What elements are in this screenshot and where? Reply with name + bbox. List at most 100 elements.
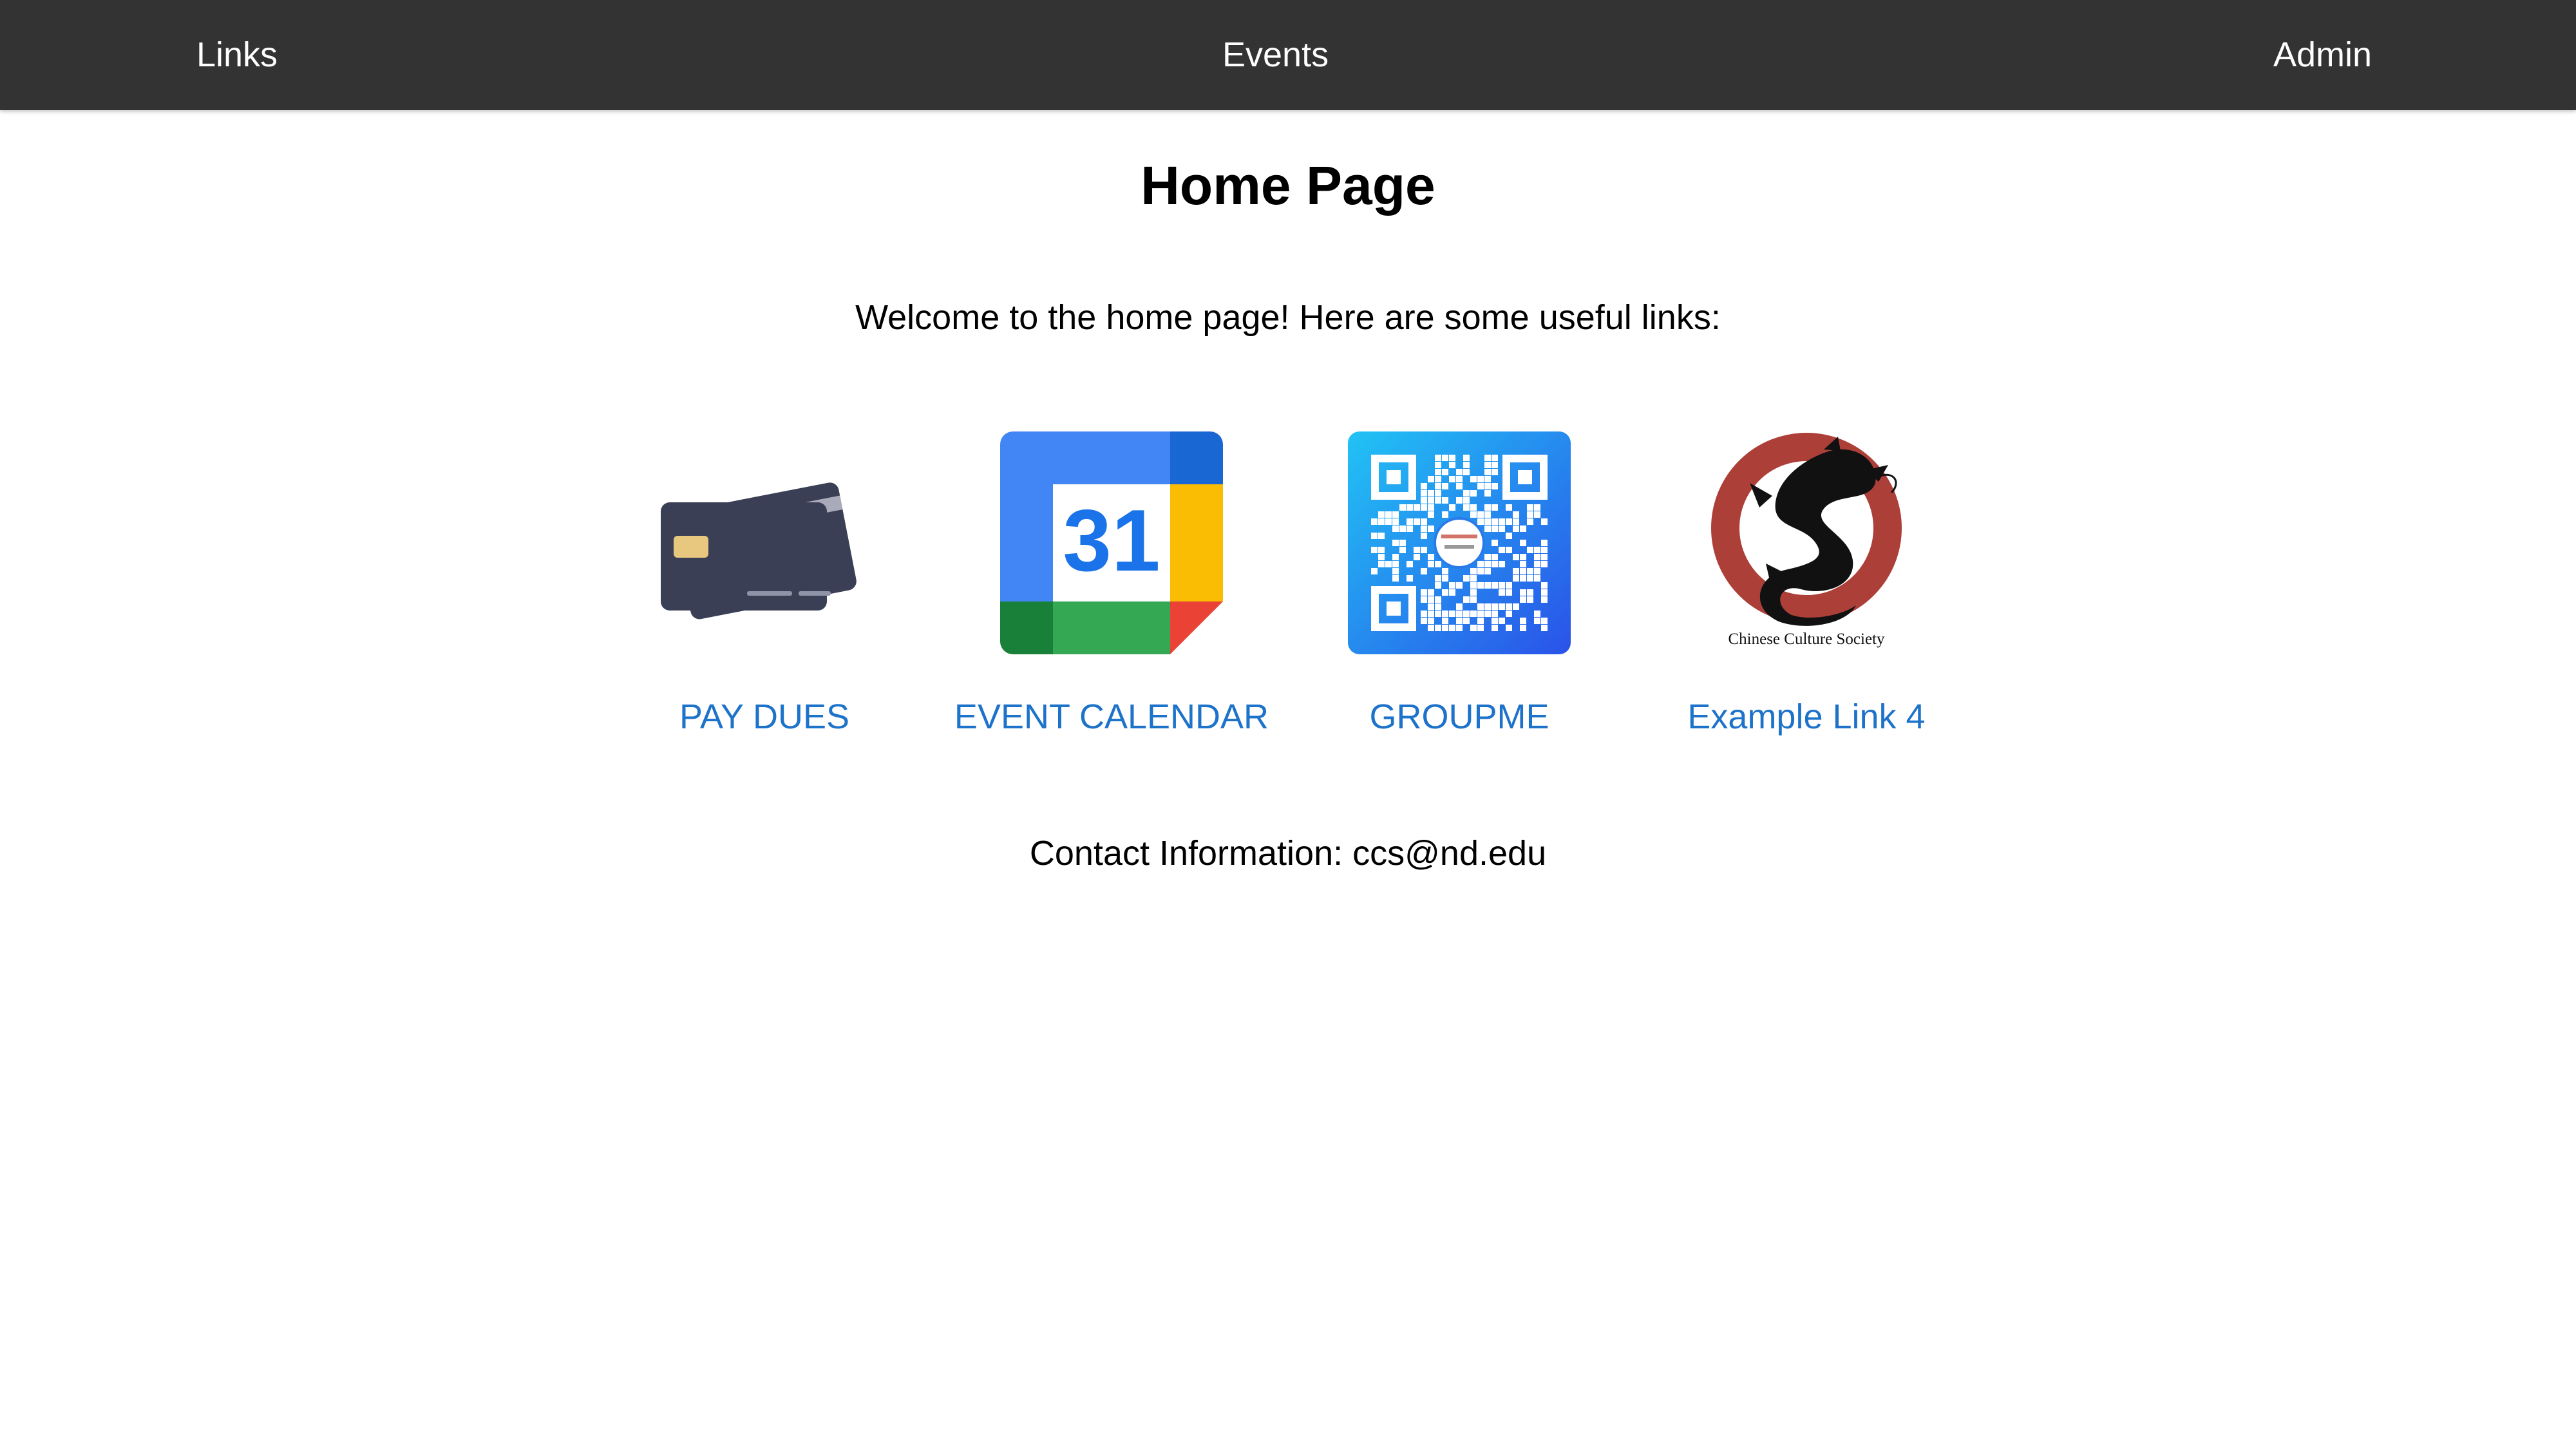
qr-module [1534,504,1540,511]
qr-module [1406,504,1413,511]
qr-module [1449,611,1455,617]
qr-module [1492,611,1498,617]
qr-module [1484,518,1491,525]
qr-module [1492,455,1498,461]
qr-module [1527,518,1533,525]
qr-module [1520,554,1526,560]
dragon-logo-icon[interactable]: Chinese Culture Society [1695,431,1918,654]
qr-module [1428,625,1434,631]
qr-module [1428,611,1434,617]
qr-module [1414,554,1420,560]
qr-module [1456,625,1463,631]
qr-module [1435,497,1441,504]
qr-module [1399,540,1406,546]
qr-module [1492,540,1498,546]
qr-module [1456,618,1463,624]
qr-module [1520,618,1526,624]
example-link-4[interactable]: Example Link 4 [1626,697,1987,737]
qr-module [1421,533,1427,539]
link-tile-groupme: GROUPME [1279,431,1640,753]
qr-module [1470,490,1477,497]
credit-card-icon[interactable] [653,431,876,654]
qr-module [1414,518,1420,525]
qr-module [1499,518,1505,525]
qr-module [1421,483,1427,489]
qr-module [1463,575,1470,582]
qr-module [1435,483,1441,489]
qr-module [1484,462,1491,468]
qr-module [1477,518,1484,525]
qr-module [1477,561,1484,567]
qr-module [1484,568,1491,574]
qr-module [1406,561,1413,567]
groupme-link[interactable]: GROUPME [1279,697,1640,737]
qr-module [1484,611,1491,617]
qr-module [1449,462,1455,468]
qr-module [1442,625,1448,631]
qr-module [1534,561,1540,567]
qr-module [1442,618,1448,624]
qr-code-icon[interactable] [1348,431,1571,654]
qr-module [1541,518,1548,525]
qr-module [1392,568,1399,574]
qr-module [1527,504,1533,511]
qr-module [1520,589,1526,596]
qr-module [1435,462,1441,468]
qr-module [1499,526,1505,532]
qr-module [1470,625,1477,631]
qr-module [1484,490,1491,497]
qr-module [1506,625,1512,631]
qr-module [1435,582,1441,589]
qr-module [1484,561,1491,567]
qr-module [1477,625,1484,631]
qr-module [1492,561,1498,567]
nav-links-link[interactable]: Links [196,0,278,110]
qr-module [1520,625,1526,631]
qr-module [1477,511,1484,518]
qr-module [1449,582,1455,589]
event-calendar-link[interactable]: EVENT CALENDAR [931,697,1292,737]
qr-module [1527,547,1533,553]
qr-module [1385,518,1392,525]
top-navbar: Links Events Admin [0,0,2576,110]
qr-module [1506,611,1512,617]
qr-module [1541,540,1548,546]
qr-module [1484,469,1491,475]
qr-module [1470,504,1477,511]
qr-module [1371,518,1378,525]
qr-module [1463,455,1470,461]
nav-admin-link[interactable]: Admin [2273,0,2372,110]
qr-module [1421,568,1427,574]
welcome-text: Welcome to the home page! Here are some … [855,298,1721,337]
qr-module [1442,483,1448,489]
qr-module [1463,611,1470,617]
qr-module [1513,575,1519,582]
qr-module [1378,547,1385,553]
qr-module [1477,603,1484,610]
qr-module [1435,455,1441,461]
qr-module [1541,589,1548,596]
qr-module [1534,611,1540,617]
qr-module [1541,547,1548,553]
qr-module [1499,582,1505,589]
qr-module [1378,518,1385,525]
qr-module [1399,547,1406,553]
qr-module [1492,618,1498,624]
qr-module [1541,596,1548,603]
qr-module [1392,511,1399,518]
qr-module [1421,596,1427,603]
qr-module [1421,504,1427,511]
qr-module [1442,589,1448,596]
calendar-icon[interactable]: 31 [1000,431,1223,654]
qr-module [1449,455,1455,461]
qr-module [1520,575,1526,582]
qr-module [1428,589,1434,596]
qr-module [1477,582,1484,589]
qr-module [1534,511,1540,518]
pay-dues-link[interactable]: PAY DUES [584,697,945,737]
qr-module [1477,483,1484,489]
qr-module [1506,504,1512,511]
nav-events-link[interactable]: Events [1222,0,1329,110]
qr-module [1456,476,1463,482]
qr-module [1527,511,1533,518]
